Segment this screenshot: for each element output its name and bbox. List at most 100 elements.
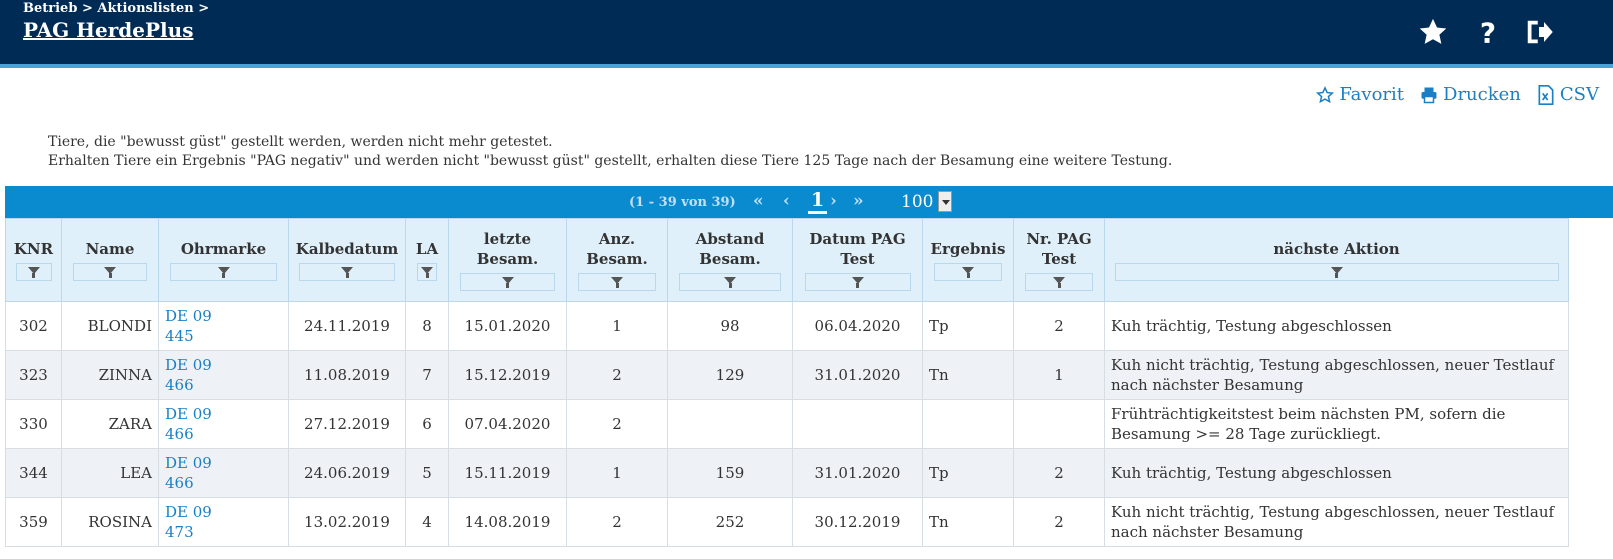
cell-ergebnis: Tp [922,301,1014,351]
col-header-datum-pag-test[interactable]: Datum PAG Test [792,218,923,302]
cell-ohrmarke[interactable]: DE 09 466 [158,448,289,498]
cell-anz-besam: 1 [566,301,668,351]
cell-naechste-aktion: Kuh nicht trächtig, Testung abgeschlosse… [1104,350,1569,400]
data-table: KNR Name Ohrmarke Kalbedatum LA letzte B… [5,218,1569,547]
action-links: Favorit Drucken CSV [1316,84,1599,105]
current-page[interactable]: 1 [808,189,828,214]
table-row[interactable]: 302 BLONDI DE 09 445 24.11.2019 8 15.01.2020 1 9… [5,301,1569,351]
page-size-value[interactable]: 100 [901,192,933,212]
filter-icon[interactable] [417,263,437,281]
table-row[interactable]: 330 ZARA DE 09 466 27.12.2019 6 07.04.2020 2 Frü… [5,399,1569,449]
col-header-letzte-besam[interactable]: letzte Besam. [448,218,567,302]
cell-abstand-besam: 159 [667,448,793,498]
next-page-icon[interactable]: › [830,191,837,211]
filter-icon[interactable] [460,273,555,291]
top-bar: Betrieb > Aktionslisten > PAG HerdePlus … [0,0,1613,64]
ohrmarke-link-line1[interactable]: DE 09 [165,453,282,473]
csv-link[interactable]: CSV [1537,84,1599,105]
cell-knr: 359 [5,497,62,547]
favorit-label: Favorit [1339,84,1405,105]
col-header-anz-besam[interactable]: Anz. Besam. [566,218,668,302]
cell-anz-besam: 2 [566,497,668,547]
cell-name: BLONDI [61,301,159,351]
col-header-name[interactable]: Name [61,218,159,302]
ohrmarke-link-line2[interactable]: 466 [165,375,282,395]
col-header-knr[interactable]: KNR [5,218,62,302]
star-icon[interactable] [1417,16,1449,48]
breadcrumb[interactable]: Betrieb > Aktionslisten > [23,1,209,16]
cell-datum-pag-test: 06.04.2020 [792,301,923,351]
ohrmarke-link-line1[interactable]: DE 09 [165,502,282,522]
cell-ergebnis: Tn [922,350,1014,400]
filter-icon[interactable] [804,273,911,291]
last-page-icon[interactable]: » [853,191,864,211]
info-line-1: Tiere, die "bewusst güst" gestellt werde… [48,134,553,150]
col-header-la[interactable]: LA [405,218,449,302]
filter-icon[interactable] [1114,263,1559,281]
cell-knr: 323 [5,350,62,400]
cell-knr: 330 [5,399,62,449]
pagination-bar: (1 - 39 von 39) « ‹ 1 › » 100 [5,186,1613,218]
csv-file-icon [1538,84,1554,105]
star-outline-icon [1316,85,1335,103]
cell-abstand-besam: 98 [667,301,793,351]
cell-knr: 302 [5,301,62,351]
ohrmarke-link-line2[interactable]: 473 [165,522,282,542]
cell-name: ZINNA [61,350,159,400]
col-header-naechste-aktion[interactable]: nächste Aktion [1104,218,1569,302]
filter-icon[interactable] [299,263,395,281]
first-page-icon[interactable]: « [753,191,764,211]
col-header-kalbedatum[interactable]: Kalbedatum [288,218,406,302]
filter-icon[interactable] [170,263,277,281]
ohrmarke-link-line2[interactable]: 466 [165,473,282,493]
cell-naechste-aktion: Frühträchtigkeitstest beim nächsten PM, … [1104,399,1569,449]
ohrmarke-link-line2[interactable]: 466 [165,424,282,444]
cell-naechste-aktion: Kuh trächtig, Testung abgeschlossen [1104,448,1569,498]
filter-icon[interactable] [1025,273,1093,291]
table-row[interactable]: 323 ZINNA DE 09 466 11.08.2019 7 15.12.2019 2 12… [5,350,1569,400]
filter-icon[interactable] [15,263,52,281]
filter-icon[interactable] [73,263,147,281]
cell-ohrmarke[interactable]: DE 09 473 [158,497,289,547]
table-header-row: KNR Name Ohrmarke Kalbedatum LA letzte B… [5,218,1569,302]
cell-la: 4 [405,497,449,547]
page-size-dropdown[interactable] [938,191,952,212]
cell-ohrmarke[interactable]: DE 09 466 [158,350,289,400]
svg-text:?: ? [1480,17,1496,47]
filter-icon[interactable] [679,273,781,291]
table-row[interactable]: 344 LEA DE 09 466 24.06.2019 5 15.11.2019 1 159 3… [5,448,1569,498]
cell-ohrmarke[interactable]: DE 09 466 [158,399,289,449]
drucken-link[interactable]: Drucken [1420,84,1521,105]
header-divider [0,64,1613,68]
cell-name: ZARA [61,399,159,449]
printer-icon [1421,87,1437,103]
ohrmarke-link-line2[interactable]: 445 [165,326,282,346]
col-header-ergebnis[interactable]: Ergebnis [922,218,1014,302]
cell-anz-besam: 2 [566,350,668,400]
help-icon[interactable]: ? [1472,16,1504,48]
table-row[interactable]: 359 ROSINA DE 09 473 13.02.2019 4 14.08.2019 2 2… [5,497,1569,547]
cell-la: 8 [405,301,449,351]
cell-datum-pag-test: 31.01.2020 [792,350,923,400]
ohrmarke-link-line1[interactable]: DE 09 [165,404,282,424]
cell-ohrmarke[interactable]: DE 09 445 [158,301,289,351]
cell-la: 5 [405,448,449,498]
cell-nr-pag-test: 2 [1013,448,1105,498]
filter-icon[interactable] [934,263,1002,281]
cell-anz-besam: 2 [566,399,668,449]
drucken-label: Drucken [1443,84,1521,105]
favorit-link[interactable]: Favorit [1316,84,1404,105]
logout-icon[interactable] [1523,16,1555,48]
cell-naechste-aktion: Kuh nicht trächtig, Testung abgeschlosse… [1104,497,1569,547]
col-header-abstand-besam[interactable]: Abstand Besam. [667,218,793,302]
ohrmarke-link-line1[interactable]: DE 09 [165,306,282,326]
col-header-ohrmarke[interactable]: Ohrmarke [158,218,289,302]
cell-letzte-besam: 15.01.2020 [448,301,567,351]
ohrmarke-link-line1[interactable]: DE 09 [165,355,282,375]
page-title[interactable]: PAG HerdePlus [23,18,193,42]
prev-page-icon[interactable]: ‹ [783,191,790,211]
filter-icon[interactable] [578,273,656,291]
cell-ergebnis: Tn [922,497,1014,547]
cell-abstand-besam: 129 [667,350,793,400]
col-header-nr-pag-test[interactable]: Nr. PAG Test [1013,218,1105,302]
